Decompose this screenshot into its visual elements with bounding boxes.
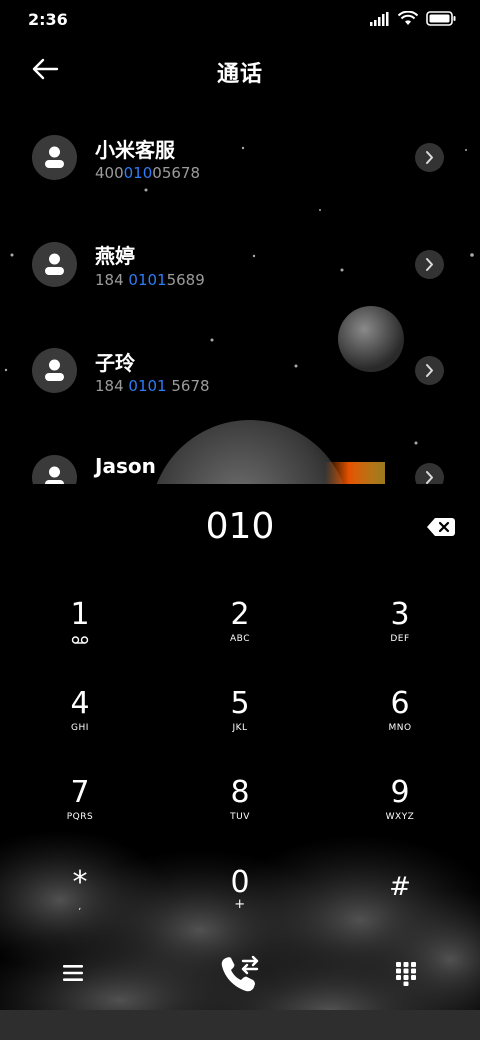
contact-name: 燕婷	[95, 244, 135, 268]
contact-name: Jason	[95, 454, 156, 478]
status-icons	[370, 11, 456, 26]
list-item[interactable]: 子玲 184 0101 5678	[0, 341, 480, 441]
call-icon[interactable]	[219, 954, 261, 994]
key-5[interactable]: 5 JKL	[170, 687, 310, 767]
backspace-icon[interactable]	[426, 516, 456, 538]
avatar	[32, 242, 77, 287]
chevron-right-icon	[426, 471, 433, 484]
key-4[interactable]: 4 GHI	[10, 687, 150, 767]
keypad-icon[interactable]	[396, 962, 416, 986]
contact-name: 小米客服	[95, 138, 175, 162]
avatar	[32, 455, 77, 484]
details-button[interactable]	[415, 356, 444, 385]
status-time: 2:36	[28, 10, 68, 29]
contact-number: 184 01015689	[95, 271, 205, 289]
key-6[interactable]: 6 MNO	[330, 687, 470, 767]
contact-number: 40001005678	[95, 164, 200, 182]
list-item[interactable]: Jason	[0, 448, 480, 484]
contact-number: 184 0101 5678	[95, 377, 210, 395]
key-1[interactable]: 1	[10, 598, 150, 678]
page-title: 通话	[216, 62, 263, 87]
voicemail-icon	[71, 636, 89, 644]
battery-icon	[426, 11, 456, 26]
chevron-right-icon	[426, 151, 433, 164]
person-icon	[45, 146, 64, 168]
key-7[interactable]: 7 PQRS	[10, 776, 150, 856]
key-star[interactable]: * ,	[10, 866, 150, 946]
wifi-icon	[398, 11, 418, 25]
contact-name: 子玲	[95, 351, 135, 375]
details-button[interactable]	[415, 250, 444, 279]
avatar	[32, 348, 77, 393]
signal-icon	[370, 11, 389, 26]
person-icon	[45, 359, 64, 381]
contact-list[interactable]: 小米客服 40001005678 燕婷 184 01015689 子玲 184 …	[0, 100, 480, 484]
details-button[interactable]	[415, 463, 444, 484]
dialed-number: 010	[205, 506, 275, 547]
list-item[interactable]: 燕婷 184 01015689	[0, 234, 480, 334]
chevron-right-icon	[426, 258, 433, 271]
key-hash[interactable]: #	[330, 866, 470, 946]
list-item[interactable]: 小米客服 40001005678	[0, 128, 480, 228]
key-9[interactable]: 9 WXYZ	[330, 776, 470, 856]
chevron-right-icon	[426, 364, 433, 377]
person-icon	[45, 466, 64, 484]
menu-icon[interactable]	[62, 963, 84, 983]
avatar	[32, 135, 77, 180]
key-2[interactable]: 2 ABC	[170, 598, 310, 678]
key-0[interactable]: 0 +	[170, 866, 310, 946]
details-button[interactable]	[415, 143, 444, 172]
person-icon	[45, 253, 64, 275]
key-8[interactable]: 8 TUV	[170, 776, 310, 856]
key-3[interactable]: 3 DEF	[330, 598, 470, 678]
